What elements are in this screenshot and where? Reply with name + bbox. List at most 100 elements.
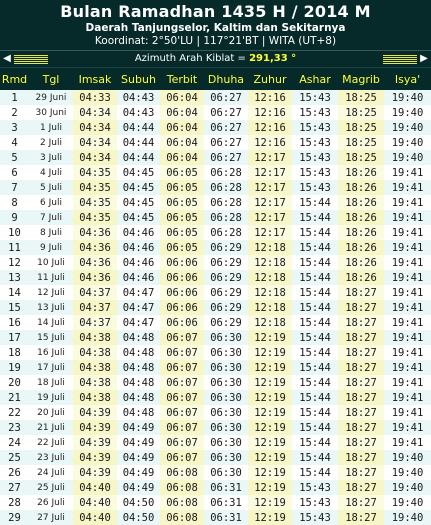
col-dhuha-cell: 06:29 — [204, 300, 248, 315]
next-nav[interactable]: ▶ — [379, 52, 429, 66]
col-terbit-cell: 06:07 — [160, 330, 204, 345]
col-dhuha-cell: 06:30 — [204, 345, 248, 360]
col-tgl-cell: 1 Juli — [29, 120, 73, 135]
col-rmd-cell: 4 — [0, 135, 29, 150]
col-rmd-cell: 10 — [0, 225, 29, 240]
col-terbit-cell: 06:07 — [160, 420, 204, 435]
col-rmd-cell: 29 — [0, 510, 29, 525]
col-tgl-cell: 27 Juli — [29, 510, 73, 525]
col-isya-cell: 19:41 — [384, 210, 431, 225]
col-zuhur-cell: 12:19 — [248, 375, 292, 390]
col-dhuha-cell: 06:30 — [204, 375, 248, 390]
col-isya-cell: 19:41 — [384, 165, 431, 180]
col-rmd-cell: 16 — [0, 315, 29, 330]
col-isya-cell: 19:41 — [384, 195, 431, 210]
col-tgl-cell: 3 Juli — [29, 150, 73, 165]
col-ashar-cell: 15:43 — [292, 135, 338, 150]
col-rmd-cell: 25 — [0, 450, 29, 465]
col-magrib-cell: 18:27 — [338, 465, 384, 480]
col-isya-header: Isya' — [384, 67, 431, 90]
col-zuhur-cell: 12:19 — [248, 510, 292, 525]
col-zuhur-cell: 12:16 — [248, 90, 292, 105]
col-ashar-cell: 15:43 — [292, 510, 338, 525]
col-magrib-cell: 18:27 — [338, 330, 384, 345]
table-row: 26 24 Juli 04:39 04:49 06:08 06:30 12:19 15:44 1… — [0, 465, 431, 480]
col-subuh-cell: 04:49 — [117, 480, 160, 495]
grip-lines-icon — [383, 54, 417, 64]
col-magrib-cell: 18:27 — [338, 360, 384, 375]
col-terbit-cell: 06:07 — [160, 345, 204, 360]
col-dhuha-cell: 06:30 — [204, 405, 248, 420]
col-imsak-cell: 04:40 — [73, 480, 117, 495]
col-rmd-cell: 28 — [0, 495, 29, 510]
col-terbit-cell: 06:08 — [160, 480, 204, 495]
col-zuhur-cell: 12:19 — [248, 495, 292, 510]
col-tgl-cell: 13 Juli — [29, 300, 73, 315]
col-dhuha-cell: 06:29 — [204, 240, 248, 255]
col-zuhur-cell: 12:17 — [248, 210, 292, 225]
col-ashar-cell: 15:44 — [292, 315, 338, 330]
table-row: 10 8 Juli 04:36 04:46 06:05 06:28 12:17 15:44 18… — [0, 225, 431, 240]
col-tgl-cell: 12 Juli — [29, 285, 73, 300]
col-tgl-cell: 18 Juli — [29, 375, 73, 390]
col-subuh-cell: 04:50 — [117, 510, 160, 525]
col-magrib-cell: 18:25 — [338, 105, 384, 120]
page-title: Bulan Ramadhan 1435 H / 2014 M — [60, 2, 371, 21]
col-imsak-cell: 04:37 — [73, 315, 117, 330]
col-subuh-cell: 04:48 — [117, 345, 160, 360]
arrow-left-icon[interactable]: ◀ — [2, 52, 12, 66]
col-subuh-cell: 04:44 — [117, 135, 160, 150]
col-ashar-cell: 15:44 — [292, 225, 338, 240]
col-tgl-cell: 16 Juli — [29, 345, 73, 360]
col-rmd-cell: 17 — [0, 330, 29, 345]
col-imsak-cell: 04:36 — [73, 225, 117, 240]
col-subuh-cell: 04:49 — [117, 435, 160, 450]
col-magrib-cell: 18:27 — [338, 375, 384, 390]
col-dhuha-cell: 06:29 — [204, 255, 248, 270]
col-dhuha-header: Dhuha — [204, 67, 248, 90]
col-subuh-cell: 04:47 — [117, 300, 160, 315]
col-imsak-header: Imsak — [73, 67, 117, 90]
col-tgl-cell: 6 Juli — [29, 195, 73, 210]
col-rmd-cell: 5 — [0, 150, 29, 165]
col-isya-cell: 19:40 — [384, 510, 431, 525]
col-isya-cell: 19:41 — [384, 330, 431, 345]
table-row: 64 Juli 04:35 04:45 06:05 06:28 12:17 15:43 18:… — [0, 165, 431, 180]
col-isya-cell: 19:40 — [384, 90, 431, 105]
col-ashar-cell: 15:44 — [292, 240, 338, 255]
table-row: 86 Juli 04:35 04:45 06:05 06:28 12:17 15:44 18:… — [0, 195, 431, 210]
col-rmd-cell: 13 — [0, 270, 29, 285]
table-row: 13 11 Juli 04:36 04:46 06:06 06:29 12:18 15:44 1… — [0, 270, 431, 285]
col-dhuha-cell: 06:30 — [204, 330, 248, 345]
col-dhuha-cell: 06:28 — [204, 180, 248, 195]
col-rmd-cell: 7 — [0, 180, 29, 195]
col-isya-cell: 19:40 — [384, 465, 431, 480]
prev-nav[interactable]: ◀ — [2, 52, 52, 66]
col-zuhur-cell: 12:16 — [248, 135, 292, 150]
col-ashar-cell: 15:44 — [292, 360, 338, 375]
arrow-right-icon[interactable]: ▶ — [419, 52, 429, 66]
col-tgl-cell: 15 Juli — [29, 330, 73, 345]
table-row: 31 Juli 04:34 04:44 06:04 06:27 12:16 15:43 18:… — [0, 120, 431, 135]
col-terbit-cell: 06:07 — [160, 405, 204, 420]
col-isya-cell: 19:41 — [384, 300, 431, 315]
col-dhuha-cell: 06:28 — [204, 195, 248, 210]
col-zuhur-cell: 12:19 — [248, 330, 292, 345]
col-ashar-cell: 15:43 — [292, 165, 338, 180]
col-isya-cell: 19:40 — [384, 105, 431, 120]
col-subuh-cell: 04:48 — [117, 375, 160, 390]
table-row: 22 20 Juli 04:39 04:48 06:07 06:30 12:19 15:44 1… — [0, 405, 431, 420]
col-imsak-cell: 04:39 — [73, 405, 117, 420]
col-ashar-cell: 15:43 — [292, 90, 338, 105]
table-row: 20 18 Juli 04:38 04:48 06:07 06:30 12:19 15:44 1… — [0, 375, 431, 390]
col-terbit-cell: 06:07 — [160, 360, 204, 375]
col-magrib-cell: 18:27 — [338, 420, 384, 435]
col-zuhur-cell: 12:18 — [248, 270, 292, 285]
col-zuhur-cell: 12:19 — [248, 405, 292, 420]
table-row: 75 Juli 04:35 04:45 06:05 06:28 12:17 15:43 18:… — [0, 180, 431, 195]
col-rmd-cell: 11 — [0, 240, 29, 255]
col-tgl-cell: 9 Juli — [29, 240, 73, 255]
col-imsak-cell: 04:35 — [73, 165, 117, 180]
col-rmd-cell: 27 — [0, 480, 29, 495]
col-zuhur-cell: 12:18 — [248, 285, 292, 300]
